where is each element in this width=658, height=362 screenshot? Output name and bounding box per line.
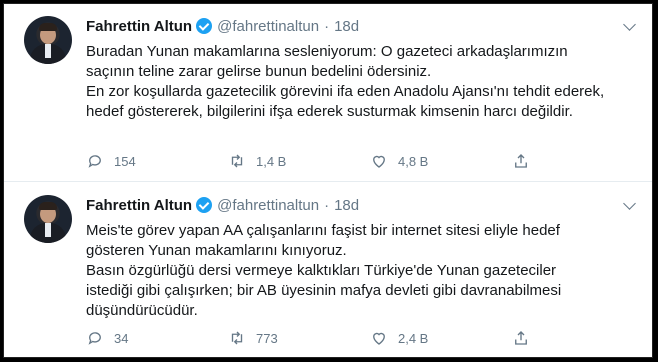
like-button[interactable]: 2,4 B	[370, 329, 512, 347]
tweet-actions: 154 1,4 B 4,8 B	[86, 152, 540, 170]
retweet-icon	[231, 331, 243, 345]
timestamp[interactable]: 18d	[334, 197, 359, 214]
separator: ·	[324, 196, 330, 214]
retweet-count: 773	[256, 330, 278, 346]
tweet[interactable]: Fahrettin Altun @fahrettinaltun · 18d Bu…	[4, 4, 652, 182]
avatar[interactable]	[24, 16, 72, 64]
share-icon	[515, 331, 527, 345]
retweet-button[interactable]: 773	[228, 329, 370, 347]
reply-button[interactable]: 34	[86, 329, 228, 347]
author-handle[interactable]: @fahrettinaltun	[217, 197, 319, 214]
tweet-text: Buradan Yunan makamlarına sesleniyorum: …	[86, 42, 606, 122]
author-name[interactable]: Fahrettin Altun	[86, 18, 192, 35]
tweet-paragraph: Basın özgürlüğü dersi vermeye kalktıklar…	[86, 262, 562, 319]
tweet-actions: 34 773 2,4 B	[86, 329, 540, 347]
tweet-paragraph: Meis'te görev yapan AA çalışanlarını faş…	[86, 222, 560, 259]
share-icon	[515, 154, 527, 168]
reply-count: 154	[114, 153, 136, 169]
reply-count: 34	[114, 330, 129, 346]
tweet-text: Meis'te görev yapan AA çalışanlarını faş…	[86, 221, 606, 321]
tweet[interactable]: Fahrettin Altun @fahrettinaltun · 18d Me…	[4, 183, 652, 357]
verified-badge-icon	[196, 197, 213, 213]
retweet-count: 1,4 B	[256, 153, 287, 169]
tweet-paragraph: En zor koşullarda gazetecilik görevini i…	[86, 83, 605, 120]
tweet-paragraph: Buradan Yunan makamlarına sesleniyorum: …	[86, 43, 568, 80]
heart-icon	[373, 332, 385, 345]
reply-icon	[88, 155, 101, 168]
separator: ·	[324, 17, 330, 35]
heart-icon	[373, 155, 385, 168]
share-button[interactable]	[512, 152, 540, 170]
retweet-button[interactable]: 1,4 B	[228, 152, 370, 170]
like-count: 2,4 B	[398, 330, 429, 346]
tweet-timeline: Fahrettin Altun @fahrettinaltun · 18d Bu…	[3, 3, 653, 358]
like-count: 4,8 B	[398, 153, 429, 169]
author-name[interactable]: Fahrettin Altun	[86, 197, 192, 214]
retweet-icon	[231, 154, 243, 168]
reply-icon	[88, 332, 101, 345]
author-handle[interactable]: @fahrettinaltun	[217, 18, 319, 35]
timestamp[interactable]: 18d	[334, 18, 359, 35]
avatar[interactable]	[24, 195, 72, 243]
verified-badge-icon	[196, 18, 213, 34]
reply-button[interactable]: 154	[86, 152, 228, 170]
like-button[interactable]: 4,8 B	[370, 152, 512, 170]
share-button[interactable]	[512, 329, 540, 347]
tweet-header: Fahrettin Altun @fahrettinaltun · 18d	[86, 193, 638, 217]
tweet-header: Fahrettin Altun @fahrettinaltun · 18d	[86, 14, 638, 38]
